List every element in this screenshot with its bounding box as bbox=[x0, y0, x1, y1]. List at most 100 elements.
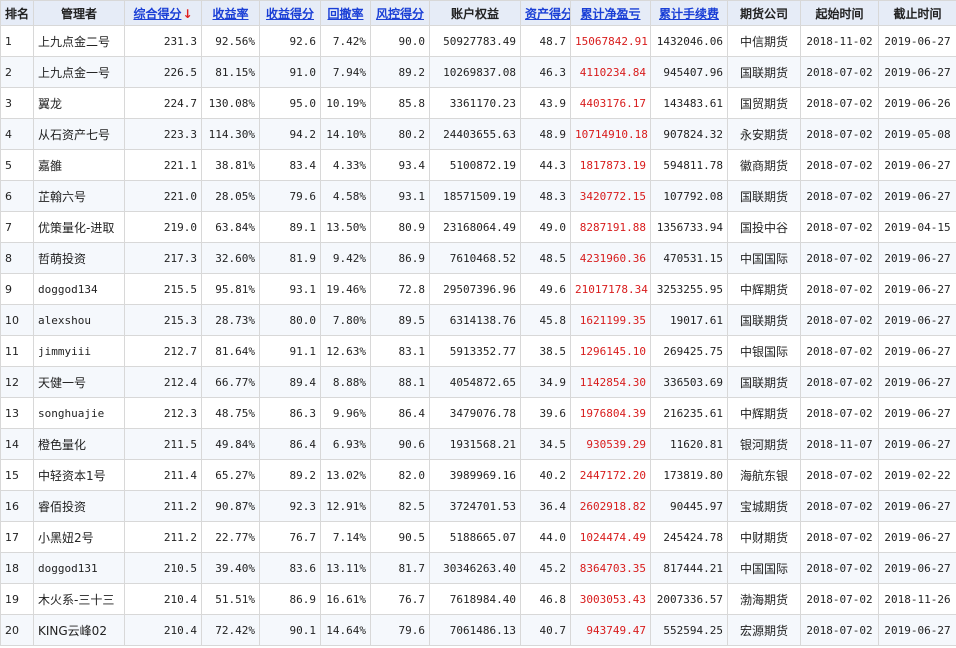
fees-cell: 269425.75 bbox=[650, 335, 728, 367]
end-date-cell: 2019-06-27 bbox=[878, 490, 956, 522]
risk-score-cell: 89.2 bbox=[370, 56, 430, 88]
risk-score-cell: 90.6 bbox=[370, 428, 430, 460]
fees-cell: 470531.15 bbox=[650, 242, 728, 274]
composite-score-cell: 210.4 bbox=[124, 614, 202, 646]
drawdown-cell: 4.33% bbox=[320, 149, 371, 181]
end-date-cell: 2019-06-27 bbox=[878, 366, 956, 398]
rank-cell: 12 bbox=[0, 366, 34, 398]
equity-cell: 1931568.21 bbox=[429, 428, 521, 460]
header-row: 排名 管理者 综合得分↓ 收益率 收益得分 回撤率 风控得分 账户权益 资产得分… bbox=[0, 0, 956, 26]
table-body: 1 上九点金二号 231.3 92.56% 92.6 7.42% 90.0 50927783.… bbox=[0, 25, 956, 646]
table-row: 11 jimmyiii 212.7 81.64% 91.1 12.63% 83.1 59133… bbox=[0, 335, 956, 367]
header-risk-score[interactable]: 风控得分 bbox=[370, 0, 430, 26]
header-start: 起始时间 bbox=[800, 0, 879, 26]
equity-cell: 10269837.08 bbox=[429, 56, 521, 88]
rank-cell: 1 bbox=[0, 25, 34, 57]
composite-score-cell: 211.2 bbox=[124, 490, 202, 522]
risk-score-cell: 80.2 bbox=[370, 118, 430, 150]
equity-cell: 3361170.23 bbox=[429, 87, 521, 119]
drawdown-cell: 13.50% bbox=[320, 211, 371, 243]
risk-score-cell: 83.1 bbox=[370, 335, 430, 367]
equity-cell: 5913352.77 bbox=[429, 335, 521, 367]
drawdown-cell: 12.63% bbox=[320, 335, 371, 367]
net-profit-cell: 3003053.43 bbox=[570, 583, 651, 615]
table-row: 9 doggod134 215.5 95.81% 93.1 19.46% 72.8 29507… bbox=[0, 273, 956, 305]
return-score-cell: 95.0 bbox=[259, 87, 321, 119]
header-composite-score[interactable]: 综合得分↓ bbox=[124, 0, 202, 26]
fees-cell: 3253255.95 bbox=[650, 273, 728, 305]
header-return-rate[interactable]: 收益率 bbox=[201, 0, 260, 26]
header-return-score[interactable]: 收益得分 bbox=[259, 0, 321, 26]
end-date-cell: 2019-06-27 bbox=[878, 614, 956, 646]
equity-cell: 7061486.13 bbox=[429, 614, 521, 646]
net-profit-cell: 8287191.88 bbox=[570, 211, 651, 243]
asset-score-cell: 48.9 bbox=[520, 118, 571, 150]
start-date-cell: 2018-07-02 bbox=[800, 180, 879, 212]
header-drawdown[interactable]: 回撤率 bbox=[320, 0, 371, 26]
table-row: 3 翼龙 224.7 130.08% 95.0 10.19% 85.8 3361170.23 4… bbox=[0, 87, 956, 119]
start-date-cell: 2018-07-02 bbox=[800, 87, 879, 119]
drawdown-cell: 7.14% bbox=[320, 521, 371, 553]
equity-cell: 29507396.96 bbox=[429, 273, 521, 305]
return-rate-cell: 92.56% bbox=[201, 25, 260, 57]
start-date-cell: 2018-11-02 bbox=[800, 25, 879, 57]
manager-cell: doggod134 bbox=[33, 273, 125, 305]
start-date-cell: 2018-07-02 bbox=[800, 366, 879, 398]
rank-cell: 18 bbox=[0, 552, 34, 584]
header-end: 截止时间 bbox=[878, 0, 956, 26]
end-date-cell: 2019-02-22 bbox=[878, 459, 956, 491]
start-date-cell: 2018-07-02 bbox=[800, 521, 879, 553]
composite-score-cell: 215.3 bbox=[124, 304, 202, 336]
asset-score-cell: 44.0 bbox=[520, 521, 571, 553]
drawdown-cell: 19.46% bbox=[320, 273, 371, 305]
return-score-cell: 81.9 bbox=[259, 242, 321, 274]
header-composite-label[interactable]: 综合得分 bbox=[133, 7, 181, 21]
return-rate-cell: 72.42% bbox=[201, 614, 260, 646]
fees-cell: 336503.69 bbox=[650, 366, 728, 398]
asset-score-cell: 45.8 bbox=[520, 304, 571, 336]
start-date-cell: 2018-07-02 bbox=[800, 211, 879, 243]
net-profit-cell: 8364703.35 bbox=[570, 552, 651, 584]
end-date-cell: 2019-06-27 bbox=[878, 552, 956, 584]
risk-score-cell: 93.1 bbox=[370, 180, 430, 212]
rank-cell: 6 bbox=[0, 180, 34, 212]
fees-cell: 143483.61 bbox=[650, 87, 728, 119]
net-profit-cell: 3420772.15 bbox=[570, 180, 651, 212]
fees-cell: 245424.78 bbox=[650, 521, 728, 553]
risk-score-cell: 90.0 bbox=[370, 25, 430, 57]
rank-cell: 20 bbox=[0, 614, 34, 646]
fees-cell: 594811.78 bbox=[650, 149, 728, 181]
company-cell: 中国国际 bbox=[727, 242, 801, 274]
company-cell: 银河期货 bbox=[727, 428, 801, 460]
return-score-cell: 93.1 bbox=[259, 273, 321, 305]
header-net-profit[interactable]: 累计净盈亏 bbox=[570, 0, 651, 26]
net-profit-cell: 1817873.19 bbox=[570, 149, 651, 181]
header-asset-score[interactable]: 资产得分 bbox=[520, 0, 571, 26]
company-cell: 中银国际 bbox=[727, 335, 801, 367]
sort-desc-arrow-icon[interactable]: ↓ bbox=[182, 7, 192, 21]
table-row: 10 alexshou 215.3 28.73% 80.0 7.80% 89.5 631413… bbox=[0, 304, 956, 336]
return-score-cell: 91.0 bbox=[259, 56, 321, 88]
end-date-cell: 2019-06-27 bbox=[878, 397, 956, 429]
equity-cell: 7618984.40 bbox=[429, 583, 521, 615]
manager-cell: KING云峰02 bbox=[33, 614, 125, 646]
equity-cell: 18571509.19 bbox=[429, 180, 521, 212]
company-cell: 国联期货 bbox=[727, 304, 801, 336]
drawdown-cell: 16.61% bbox=[320, 583, 371, 615]
composite-score-cell: 211.5 bbox=[124, 428, 202, 460]
return-score-cell: 86.9 bbox=[259, 583, 321, 615]
equity-cell: 3989969.16 bbox=[429, 459, 521, 491]
fees-cell: 945407.96 bbox=[650, 56, 728, 88]
asset-score-cell: 48.3 bbox=[520, 180, 571, 212]
equity-cell: 3724701.53 bbox=[429, 490, 521, 522]
return-rate-cell: 66.77% bbox=[201, 366, 260, 398]
header-fees[interactable]: 累计手续费 bbox=[650, 0, 728, 26]
asset-score-cell: 49.6 bbox=[520, 273, 571, 305]
composite-score-cell: 215.5 bbox=[124, 273, 202, 305]
table-row: 2 上九点金一号 226.5 81.15% 91.0 7.94% 89.2 10269837.… bbox=[0, 56, 956, 88]
table-row: 14 橙色量化 211.5 49.84% 86.4 6.93% 90.6 1931568.21… bbox=[0, 428, 956, 460]
composite-score-cell: 219.0 bbox=[124, 211, 202, 243]
fees-cell: 173819.80 bbox=[650, 459, 728, 491]
net-profit-cell: 10714910.18 bbox=[570, 118, 651, 150]
manager-cell: 上九点金二号 bbox=[33, 25, 125, 57]
